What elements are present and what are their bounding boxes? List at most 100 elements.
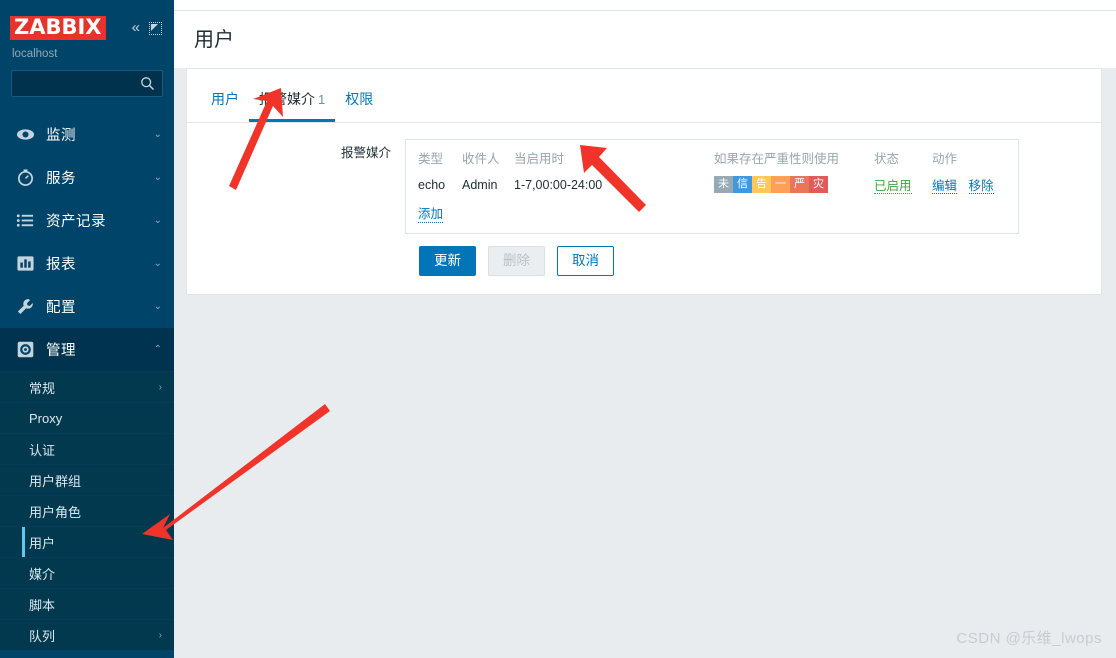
table-row: echo Admin 1-7,00:00-24:00 未 信 告 一 严 灾 已… <box>416 172 1006 198</box>
top-bar <box>174 0 1116 11</box>
sidebar-item-monitoring[interactable]: 监测 ⌄ <box>0 113 174 156</box>
eye-icon <box>16 125 42 144</box>
tab-label: 用户 <box>211 91 239 107</box>
delete-button: 删除 <box>488 246 545 276</box>
sidebar-subitem-label: 用户群组 <box>29 473 82 489</box>
sidebar-subitem-label: 媒介 <box>29 566 56 582</box>
sidebar-header: ZABBIX « <box>0 8 174 42</box>
chevron-right-icon: › <box>158 381 162 393</box>
severity-badge-information[interactable]: 信 <box>733 176 752 193</box>
sidebar-subitem-label: 脚本 <box>29 597 56 613</box>
sidebar-nav: 监测 ⌄ 服务 ⌄ 资产记录 ⌄ 报表 ⌄ 配置 ⌄ 管理 ⌃ 常规 › Pro… <box>0 113 174 650</box>
app-root: ZABBIX « localhost 监测 ⌄ 服务 ⌄ 资产记录 ⌄ 报表 ⌄… <box>0 0 1116 658</box>
compact-view-icon[interactable] <box>149 21 162 35</box>
media-form-row: 报警媒介 类型 收件人 当启用时 如果存在严重性则使用 状态 动作 echo A… <box>187 139 1101 234</box>
severity-badge-disaster[interactable]: 灾 <box>809 176 828 193</box>
tab-bar: 用户 报警媒介 1 权限 <box>187 69 1101 123</box>
cell-actions: 编辑 移除 <box>930 172 1006 198</box>
cell-add: 添加 <box>416 198 1006 227</box>
form-buttons: 更新 删除 取消 <box>187 234 1101 276</box>
sidebar-item-media-types[interactable]: 媒介 <box>0 557 174 588</box>
tab-permissions[interactable]: 权限 <box>335 83 383 122</box>
tab-media[interactable]: 报警媒介 1 <box>249 83 336 122</box>
cell-severity: 未 信 告 一 严 灾 <box>712 172 872 198</box>
sidebar-subitem-label: 常规 <box>29 380 56 396</box>
sidebar-item-configuration[interactable]: 配置 ⌄ <box>0 285 174 328</box>
sidebar-subitem-label: 认证 <box>29 442 56 458</box>
sidebar: ZABBIX « localhost 监测 ⌄ 服务 ⌄ 资产记录 ⌄ 报表 ⌄… <box>0 0 174 658</box>
sidebar-search-wrap <box>0 60 174 97</box>
tab-label: 权限 <box>345 91 374 107</box>
severity-badge-high[interactable]: 严 <box>790 176 809 193</box>
severity-badge-average[interactable]: 一 <box>771 176 790 193</box>
column-header-severity: 如果存在严重性则使用 <box>714 152 840 166</box>
sidebar-subitem-label: 队列 <box>29 628 56 644</box>
watermark: CSDN @乐维_lwops <box>956 630 1102 647</box>
severity-badge-warning[interactable]: 告 <box>752 176 771 193</box>
sidebar-item-user-roles[interactable]: 用户角色 <box>0 495 174 526</box>
column-header-status: 状态 <box>874 152 900 166</box>
chevron-down-icon: ⌄ <box>153 129 162 140</box>
cell-recipient: Admin <box>462 177 498 192</box>
sidebar-host-label: localhost <box>12 48 58 60</box>
cell-type: echo <box>418 177 446 192</box>
stopwatch-icon <box>16 168 42 187</box>
sidebar-item-general[interactable]: 常规 › <box>0 371 174 402</box>
table-header-row: 类型 收件人 当启用时 如果存在严重性则使用 状态 动作 <box>416 144 1006 172</box>
column-header-action: 动作 <box>932 152 958 166</box>
page-title: 用户 <box>174 11 1116 68</box>
zabbix-logo[interactable]: ZABBIX <box>10 16 106 40</box>
cancel-button[interactable]: 取消 <box>557 246 614 276</box>
sidebar-subitem-label: Proxy <box>29 410 63 426</box>
tab-user[interactable]: 用户 <box>201 83 249 122</box>
column-header-type: 类型 <box>418 152 444 166</box>
add-link[interactable]: 添加 <box>418 203 444 223</box>
sidebar-item-inventory[interactable]: 资产记录 ⌄ <box>0 199 174 242</box>
sidebar-item-user-groups[interactable]: 用户群组 <box>0 464 174 495</box>
search-icon[interactable] <box>140 76 155 96</box>
sidebar-submenu-administration: 常规 › Proxy 认证 用户群组 用户角色 用户 媒介 脚本 队列 › <box>0 371 174 650</box>
sidebar-header-icons: « <box>132 20 164 35</box>
media-field-label: 报警媒介 <box>340 146 391 160</box>
sidebar-item-proxy[interactable]: Proxy <box>0 402 174 433</box>
status-badge[interactable]: 已启用 <box>874 179 912 194</box>
severity-badge-not-classified[interactable]: 未 <box>714 176 733 193</box>
sidebar-item-label: 服务 <box>46 171 76 187</box>
sidebar-item-label: 管理 <box>46 343 76 359</box>
search-box[interactable] <box>11 70 163 97</box>
sidebar-item-queue[interactable]: 队列 › <box>0 619 174 650</box>
column-header-when: 当启用时 <box>514 152 565 166</box>
sidebar-item-reports[interactable]: 报表 ⌄ <box>0 242 174 285</box>
media-table-container: 类型 收件人 当启用时 如果存在严重性则使用 状态 动作 echo Admin … <box>405 139 1019 234</box>
media-form: 报警媒介 类型 收件人 当启用时 如果存在严重性则使用 状态 动作 echo A… <box>187 123 1101 294</box>
sidebar-item-scripts[interactable]: 脚本 <box>0 588 174 619</box>
chevron-down-icon: ⌄ <box>153 301 162 312</box>
cell-when: 1-7,00:00-24:00 <box>514 177 603 192</box>
sidebar-item-authentication[interactable]: 认证 <box>0 433 174 464</box>
remove-link[interactable]: 移除 <box>968 179 994 194</box>
update-button[interactable]: 更新 <box>419 246 476 276</box>
media-table: 类型 收件人 当启用时 如果存在严重性则使用 状态 动作 echo Admin … <box>416 144 1006 227</box>
severity-badge-group: 未 信 告 一 严 灾 <box>714 176 828 193</box>
column-header-recipient: 收件人 <box>462 152 500 166</box>
gear-icon <box>16 340 42 359</box>
sidebar-item-label: 资产记录 <box>46 214 106 230</box>
tab-label: 报警媒介 <box>259 91 315 107</box>
chart-icon <box>16 254 42 273</box>
sidebar-item-label: 配置 <box>46 300 76 316</box>
sidebar-item-administration[interactable]: 管理 ⌃ <box>0 328 174 371</box>
sidebar-item-label: 监测 <box>46 128 76 144</box>
double-chevron-left-icon[interactable]: « <box>132 20 140 35</box>
chevron-right-icon: › <box>158 629 162 641</box>
main-area: 用户 用户 报警媒介 1 权限 报警媒介 类型 收件人 当启用时 如果存在严重性… <box>174 0 1116 658</box>
wrench-icon <box>16 297 42 316</box>
chevron-down-icon: ⌄ <box>153 215 162 226</box>
chevron-up-icon: ⌃ <box>153 344 162 355</box>
sidebar-subitem-label: 用户 <box>29 535 56 551</box>
cell-status: 已启用 <box>872 172 930 198</box>
sidebar-item-services[interactable]: 服务 ⌄ <box>0 156 174 199</box>
list-icon <box>16 211 42 230</box>
sidebar-item-users[interactable]: 用户 <box>0 526 174 557</box>
tab-count: 1 <box>318 92 326 107</box>
edit-link[interactable]: 编辑 <box>932 179 958 194</box>
